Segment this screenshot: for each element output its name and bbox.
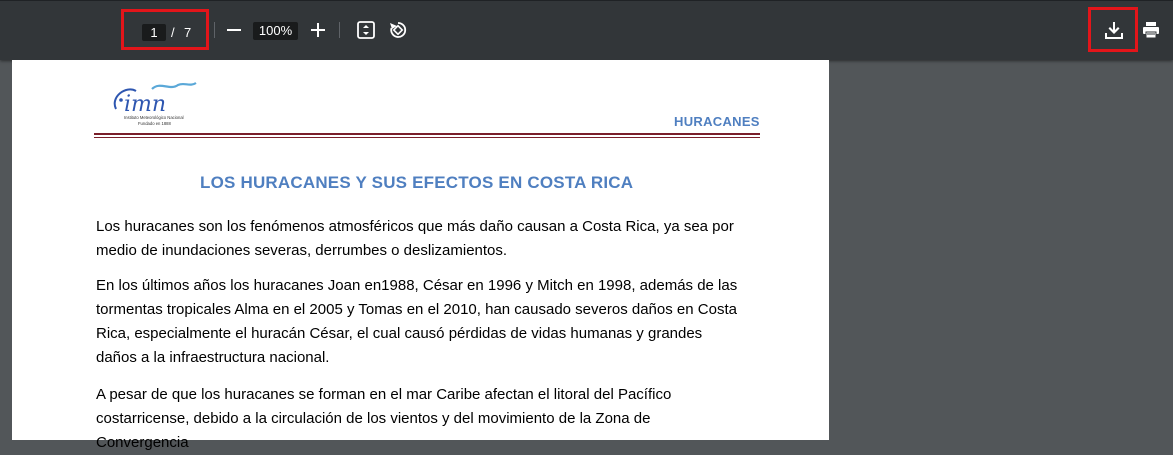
- document-title: LOS HURACANES Y SUS EFECTOS EN COSTA RIC…: [200, 173, 634, 192]
- logo-subtext-founded: Fundado en 1888: [138, 121, 172, 126]
- zoom-level-input[interactable]: 100%: [253, 22, 298, 40]
- pdf-toolbar: 1 / 7 100%: [0, 0, 1173, 60]
- paragraph: A pesar de que los huracanes se forman e…: [96, 386, 672, 451]
- document-header-title: HURACANES: [674, 114, 760, 129]
- fit-page-icon[interactable]: [355, 19, 377, 41]
- paragraph: En los últimos años los huracanes Joan e…: [96, 277, 738, 366]
- page-number-input[interactable]: 1: [142, 24, 166, 41]
- page-navigation-highlight: 1 / 7: [121, 9, 209, 50]
- toolbar-divider: [214, 22, 215, 38]
- total-pages: 7: [184, 25, 192, 40]
- rotate-icon[interactable]: [387, 19, 409, 41]
- pdf-page: imn Instituto Meteorológico Nacional Fun…: [12, 60, 829, 451]
- header-rule: [94, 133, 760, 135]
- download-highlight: [1088, 7, 1138, 52]
- page-separator: /: [171, 25, 175, 40]
- imn-logo: imn Instituto Meteorológico Nacional Fun…: [112, 79, 212, 131]
- logo-graphic: imn Instituto Meteorológico Nacional Fun…: [113, 82, 197, 126]
- logo-wordmark: imn: [124, 92, 166, 117]
- print-icon[interactable]: [1140, 19, 1162, 41]
- header-rule-thin: [94, 137, 760, 138]
- toolbar-divider: [339, 22, 340, 38]
- plus-icon[interactable]: [308, 20, 328, 40]
- paragraph: Los huracanes son los fenómenos atmosfér…: [96, 218, 734, 259]
- logo-subtext-institution: Instituto Meteorológico Nacional: [124, 115, 184, 120]
- minus-icon[interactable]: [224, 20, 244, 40]
- download-icon[interactable]: [1103, 20, 1125, 42]
